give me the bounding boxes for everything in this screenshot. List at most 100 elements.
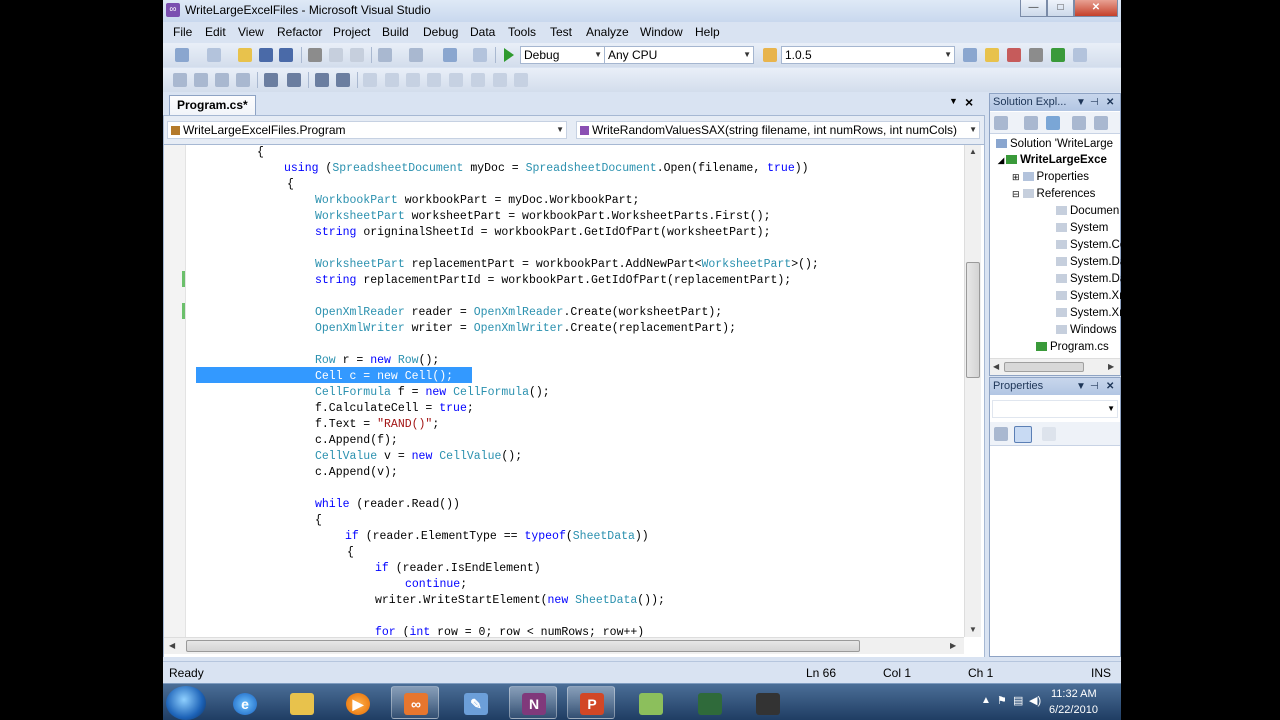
clock-date[interactable]: 6/22/2010	[1049, 704, 1098, 716]
start-button[interactable]	[166, 686, 206, 720]
tree-ref-system-xml[interactable]: System.Xr	[1056, 290, 1121, 302]
member-dropdown[interactable]: WriteRandomValuesSAX(string filename, in…	[576, 121, 980, 139]
scroll-down-icon[interactable]: ▼	[969, 625, 977, 634]
tree-ref-system-core[interactable]: System.Co	[1056, 239, 1121, 251]
horizontal-scrollbar[interactable]: ◀ ▶	[164, 637, 964, 654]
scroll-left-icon[interactable]: ◀	[993, 362, 999, 371]
menu-analyze[interactable]: Analyze	[586, 25, 629, 39]
increase-indent-icon[interactable]	[287, 73, 301, 87]
code-line[interactable]: {	[315, 513, 322, 529]
code-line[interactable]: f.Text = "RAND()";	[315, 417, 439, 433]
code-line[interactable]: WorksheetPart replacementPart = workbook…	[315, 257, 819, 273]
scroll-right-icon[interactable]: ▶	[1108, 362, 1114, 371]
save-icon[interactable]	[259, 48, 273, 62]
tree-solution[interactable]: Solution 'WriteLarge	[996, 138, 1113, 150]
tab-program-cs[interactable]: Program.cs*	[169, 95, 256, 115]
clock-time[interactable]: 11:32 AM	[1051, 688, 1097, 700]
code-line[interactable]: for (int row = 0; row < numRows; row++)	[375, 625, 644, 637]
maximize-button[interactable]: □	[1047, 0, 1074, 17]
panel-menu-icon[interactable]: ▼	[1076, 94, 1086, 111]
comment-lines-icon[interactable]	[315, 73, 329, 87]
open-folder-icon[interactable]	[238, 48, 252, 62]
navigate-forward-icon[interactable]	[473, 48, 487, 62]
tree-ref-document[interactable]: Documen	[1056, 205, 1119, 217]
taskbar-paint[interactable]: ✎	[451, 686, 499, 719]
horizontal-scroll-thumb[interactable]	[186, 640, 860, 652]
code-line[interactable]: continue;	[405, 577, 467, 593]
decrease-indent-icon[interactable]	[264, 73, 278, 87]
code-line[interactable]: while (reader.Read())	[315, 497, 460, 513]
close-panel-icon[interactable]: ✕	[1106, 378, 1114, 395]
taskbar-camera[interactable]	[743, 686, 791, 719]
taskbar-media-player[interactable]: ▶	[333, 686, 381, 719]
code-line[interactable]: CellValue v = new CellValue();	[315, 449, 522, 465]
menu-edit[interactable]: Edit	[205, 25, 226, 39]
close-panel-icon[interactable]: ✕	[1106, 94, 1114, 111]
volume-icon[interactable]: ◀)	[1029, 694, 1041, 707]
find-icon[interactable]	[963, 48, 977, 62]
code-editor[interactable]: { using (SpreadsheetDocument myDoc = Spre…	[163, 145, 985, 657]
code-line[interactable]: writer.WriteStartElement(new SheetData()…	[375, 593, 665, 609]
new-project-icon[interactable]	[175, 48, 189, 62]
properties-object-select[interactable]: ▼	[992, 400, 1118, 418]
save-all-icon[interactable]	[279, 48, 293, 62]
paste-icon[interactable]	[350, 48, 364, 62]
taskbar-visual-studio[interactable]: ∞	[391, 686, 439, 719]
taskbar-onenote[interactable]: N	[509, 686, 557, 719]
undo-icon[interactable]	[378, 48, 392, 62]
menu-view[interactable]: View	[238, 25, 264, 39]
parameter-info-icon[interactable]	[215, 73, 229, 87]
previous-bookmark-icon[interactable]	[385, 73, 399, 87]
show-all-files-icon[interactable]	[1024, 116, 1038, 130]
start-page-icon[interactable]	[1051, 48, 1065, 62]
tree-ref-system-xml-2[interactable]: System.Xr	[1056, 307, 1121, 319]
show-hidden-icons-icon[interactable]: ▲	[981, 695, 991, 706]
categorized-icon[interactable]	[994, 427, 1008, 441]
code-line[interactable]: string origninalSheetId = workbookPart.G…	[315, 225, 771, 241]
pin-icon[interactable]: ⊣	[1090, 378, 1099, 395]
taskbar-powerpoint[interactable]: P	[567, 686, 615, 719]
code-line[interactable]: c.Append(v);	[315, 465, 398, 481]
network-icon[interactable]: ▤	[1013, 694, 1023, 707]
member-list-icon[interactable]	[194, 73, 208, 87]
code-line[interactable]: WorksheetPart worksheetPart = workbookPa…	[315, 209, 770, 225]
quick-info-icon[interactable]	[236, 73, 250, 87]
taskbar-explorer[interactable]	[277, 686, 325, 719]
copy-icon[interactable]	[329, 48, 343, 62]
tree-properties[interactable]: ⊞ Properties	[1012, 171, 1089, 183]
refresh-icon[interactable]	[1046, 116, 1060, 130]
menu-debug[interactable]: Debug	[423, 25, 458, 39]
menu-file[interactable]: File	[173, 25, 192, 39]
solution-explorer-hscrollbar[interactable]: ◀ ▶	[990, 358, 1120, 375]
tree-ref-system[interactable]: System	[1056, 222, 1108, 234]
view-code-icon[interactable]	[1072, 116, 1086, 130]
code-line[interactable]: CellFormula f = new CellFormula();	[315, 385, 550, 401]
horizontal-scroll-thumb[interactable]	[1004, 362, 1084, 372]
view-class-diagram-icon[interactable]	[1094, 116, 1108, 130]
code-line[interactable]: c.Append(f);	[315, 433, 398, 449]
next-bookmark-folder-icon[interactable]	[449, 73, 463, 87]
scroll-up-icon[interactable]: ▲	[969, 147, 977, 156]
flag-icon[interactable]: ⚑	[997, 694, 1007, 707]
code-line[interactable]: WorkbookPart workbookPart = myDoc.Workbo…	[315, 193, 639, 209]
scroll-left-icon[interactable]: ◀	[169, 641, 175, 650]
vertical-scroll-thumb[interactable]	[966, 262, 980, 378]
prev-bookmark-doc-icon[interactable]	[471, 73, 485, 87]
taskbar-monitor[interactable]	[685, 686, 733, 719]
code-line[interactable]: {	[347, 545, 354, 561]
code-area[interactable]: { using (SpreadsheetDocument myDoc = Spre…	[187, 145, 965, 637]
code-line[interactable]: OpenXmlReader reader = OpenXmlReader.Cre…	[315, 305, 722, 321]
prev-bookmark-folder-icon[interactable]	[427, 73, 441, 87]
navigate-backward-icon[interactable]	[443, 48, 457, 62]
close-tab-icon[interactable]: ×	[965, 94, 973, 110]
menu-refactor[interactable]: Refactor	[277, 25, 322, 39]
taskbar-internet-explorer[interactable]: e	[220, 686, 268, 719]
menu-data[interactable]: Data	[470, 25, 495, 39]
active-files-dropdown-icon[interactable]: ▼	[949, 96, 958, 106]
tree-references[interactable]: ⊟ References	[1012, 188, 1095, 200]
minimize-button[interactable]: —	[1020, 0, 1047, 17]
code-line[interactable]: using (SpreadsheetDocument myDoc = Sprea…	[284, 161, 809, 177]
redo-icon[interactable]	[409, 48, 423, 62]
clear-bookmarks-icon[interactable]	[493, 73, 507, 87]
code-line[interactable]: string replacementPartId = workbookPart.…	[315, 273, 791, 289]
